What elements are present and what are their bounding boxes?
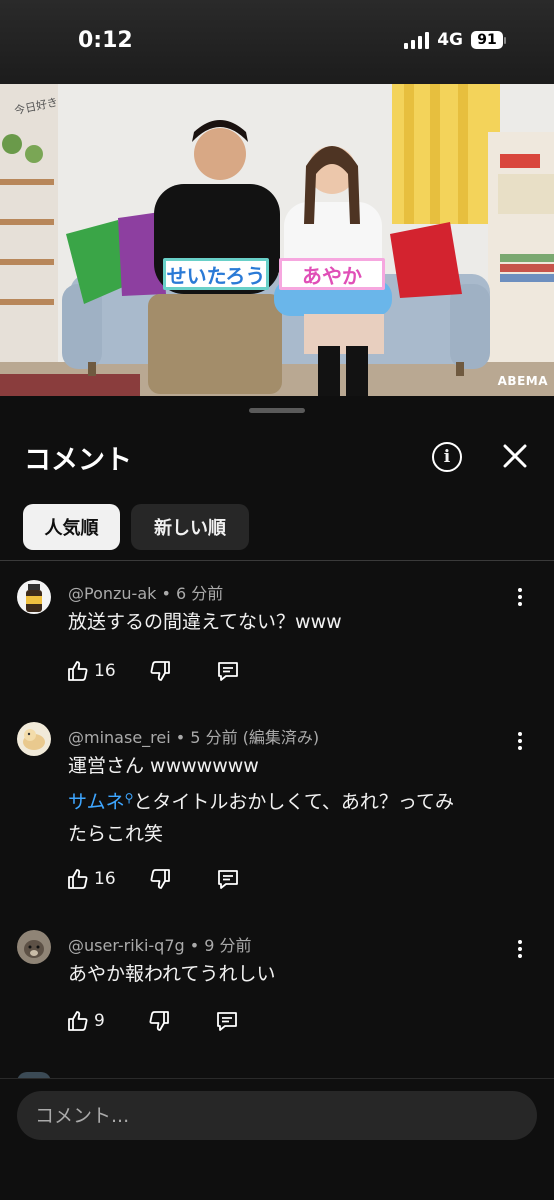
reply-button[interactable] xyxy=(215,1009,239,1033)
thumbs-down-icon xyxy=(150,869,170,889)
status-bar: 0:12 4G 91 xyxy=(0,0,554,84)
status-indicators: 4G 91 xyxy=(404,30,506,50)
more-options-icon[interactable] xyxy=(512,730,528,752)
reply-icon xyxy=(216,1012,237,1031)
sort-chip-popular[interactable]: 人気順 xyxy=(23,504,120,550)
avatar[interactable] xyxy=(17,580,51,614)
signal-icon xyxy=(404,31,430,49)
reply-button[interactable] xyxy=(216,659,240,683)
comment-actions: 16 xyxy=(66,866,240,892)
close-icon[interactable] xyxy=(500,441,530,471)
comment-text-line: 運営さん wwwwwww xyxy=(68,755,259,777)
comment-meta: @Ponzu-ak • 6 分前 xyxy=(68,584,224,603)
reply-icon xyxy=(217,662,238,681)
reply-button[interactable] xyxy=(216,867,240,891)
more-options-icon[interactable] xyxy=(512,938,528,960)
thumbs-up-icon xyxy=(68,869,88,889)
video-frame xyxy=(0,84,554,396)
avatar[interactable] xyxy=(17,930,51,964)
like-button[interactable]: 9 xyxy=(66,1009,105,1033)
dislike-button[interactable] xyxy=(147,1009,171,1033)
like-count: 16 xyxy=(94,869,116,889)
like-count: 16 xyxy=(94,661,116,681)
ponzu-bottle-icon xyxy=(26,584,42,612)
name-tag-ayaka: あやか xyxy=(279,258,385,290)
like-button[interactable]: 16 xyxy=(66,867,116,891)
drag-handle[interactable] xyxy=(249,408,305,413)
comment-actions: 9 xyxy=(66,1008,239,1034)
avatar[interactable] xyxy=(17,722,51,756)
name-tag-seitaro: せいたろう xyxy=(163,258,269,290)
comment-time: 9 分前 xyxy=(204,936,252,955)
sort-chip-newest[interactable]: 新しい順 xyxy=(131,504,249,550)
abema-watermark: ABEMA xyxy=(497,374,548,388)
comment-author[interactable]: @Ponzu-ak xyxy=(68,584,156,603)
hashtag-link[interactable]: サムネ xyxy=(68,791,125,813)
battery-level: 91 xyxy=(471,31,503,49)
comment-author[interactable]: @user-riki-q7g xyxy=(68,936,185,955)
comment-text: 放送するの間違えてない？www xyxy=(68,611,342,633)
more-options-icon[interactable] xyxy=(512,586,528,608)
info-icon[interactable]: i xyxy=(432,442,462,472)
battery-icon: 91 xyxy=(471,31,506,49)
divider xyxy=(0,560,554,561)
comment-text-line: たらこれ笑 xyxy=(68,823,164,845)
status-time: 0:12 xyxy=(78,28,133,53)
thumbs-down-icon xyxy=(150,661,170,681)
thumbs-up-icon xyxy=(68,1011,88,1031)
comment-text: あやか報われてうれしい xyxy=(68,963,276,985)
comment-time: 5 分前 (編集済み) xyxy=(190,728,320,747)
comment-meta: @user-riki-q7g • 9 分前 xyxy=(68,936,252,955)
dog-photo-icon xyxy=(24,940,44,958)
comment-actions: 16 xyxy=(66,658,240,684)
comment-time: 6 分前 xyxy=(176,584,224,603)
dislike-button[interactable] xyxy=(148,867,172,891)
comment-text: 運営さん wwwwwww サムネ⚲とタイトルおかしくて、あれ？ってみ たらこれ笑 xyxy=(68,750,508,850)
video-player[interactable]: 今日好き せいたろう あやか ABEMA xyxy=(0,84,554,396)
like-count: 9 xyxy=(94,1011,105,1031)
thumbs-down-icon xyxy=(149,1011,169,1031)
comment-text-line: サムネ⚲とタイトルおかしくて、あれ？ってみ xyxy=(68,791,454,813)
network-type: 4G xyxy=(437,30,463,50)
reply-icon xyxy=(217,870,238,889)
dislike-button[interactable] xyxy=(148,659,172,683)
dog-sticker-icon xyxy=(23,729,45,750)
thumbs-up-icon xyxy=(68,661,88,681)
comment-meta: @minase_rei • 5 分前 (編集済み) xyxy=(68,728,320,747)
comment-input[interactable] xyxy=(17,1091,537,1140)
comment-composer xyxy=(0,1078,554,1200)
panel-title: コメント xyxy=(24,445,132,476)
comment-author[interactable]: @minase_rei xyxy=(68,728,171,747)
like-button[interactable]: 16 xyxy=(66,659,116,683)
